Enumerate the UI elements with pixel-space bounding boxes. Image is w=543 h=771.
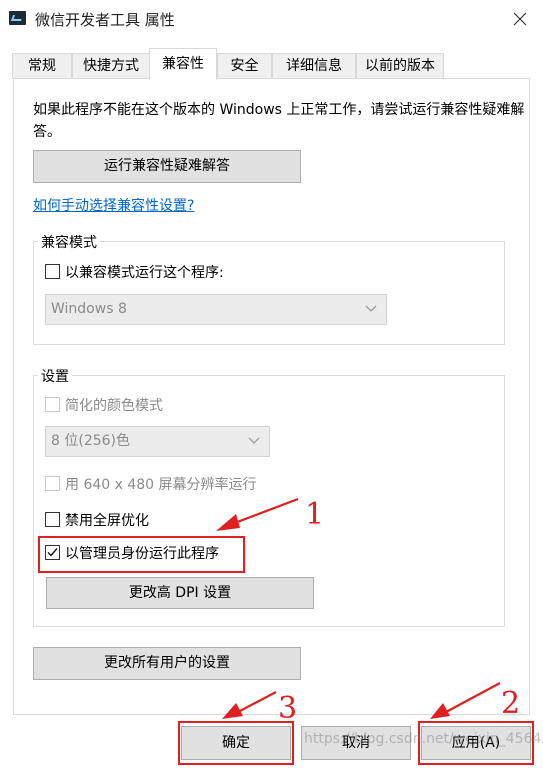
compat-mode-checkbox-label: 以兼容模式运行这个程序:: [65, 265, 224, 281]
tab-security[interactable]: 安全: [217, 53, 272, 79]
color-mode-select[interactable]: 8 位(256)色: [45, 426, 270, 457]
reduced-color-label: 简化的颜色模式: [65, 398, 163, 414]
window-title: 微信开发者工具 属性: [35, 11, 175, 29]
annotation-marker-3: 3: [278, 691, 298, 726]
settings-group-label: 设置: [38, 366, 72, 386]
res-640-checkbox[interactable]: [45, 476, 60, 491]
manual-settings-link[interactable]: 如何手动选择兼容性设置?: [33, 195, 194, 215]
highlight-apply-button: [418, 721, 534, 765]
reduced-color-checkbox[interactable]: [45, 397, 60, 412]
os-version-select[interactable]: Windows 8: [45, 294, 387, 325]
annotation-marker-1: 1: [305, 497, 325, 532]
compat-mode-group: [33, 241, 505, 345]
compat-mode-checkbox[interactable]: [45, 264, 60, 279]
close-button[interactable]: [497, 0, 543, 38]
tab-previous-versions[interactable]: 以前的版本: [356, 53, 444, 79]
disable-fullscreen-checkbox[interactable]: [45, 512, 60, 527]
tab-compatibility[interactable]: 兼容性: [149, 48, 217, 80]
troubleshoot-button[interactable]: 运行兼容性疑难解答: [33, 150, 301, 183]
app-icon: [9, 11, 26, 25]
highlight-run-as-admin: [38, 536, 245, 573]
compat-description: 如果此程序不能在这个版本的 Windows 上正常工作，请尝试运行兼容性疑难解答…: [33, 102, 525, 140]
chevron-down-icon: [365, 305, 377, 312]
chevron-down-icon: [248, 437, 260, 444]
cancel-button[interactable]: 取消: [301, 726, 411, 760]
res-640-label: 用 640 x 480 屏幕分辨率运行: [65, 477, 257, 493]
tab-general[interactable]: 常规: [12, 53, 72, 79]
change-all-users-button[interactable]: 更改所有用户的设置: [33, 647, 301, 680]
color-mode-select-value: 8 位(256)色: [51, 433, 131, 449]
highlight-ok-button: [178, 721, 294, 765]
disable-fullscreen-label: 禁用全屏优化: [65, 513, 149, 529]
annotation-marker-2: 2: [501, 686, 521, 721]
tab-shortcut[interactable]: 快捷方式: [72, 53, 150, 79]
title-bar: 微信开发者工具 属性: [0, 0, 543, 38]
change-dpi-button[interactable]: 更改高 DPI 设置: [46, 577, 314, 609]
compat-mode-group-label: 兼容模式: [38, 232, 100, 252]
tab-strip: 常规 快捷方式 兼容性 安全 详细信息 以前的版本: [0, 48, 543, 80]
os-version-select-value: Windows 8: [51, 301, 127, 317]
tab-details[interactable]: 详细信息: [272, 53, 356, 79]
close-icon: [513, 12, 527, 26]
